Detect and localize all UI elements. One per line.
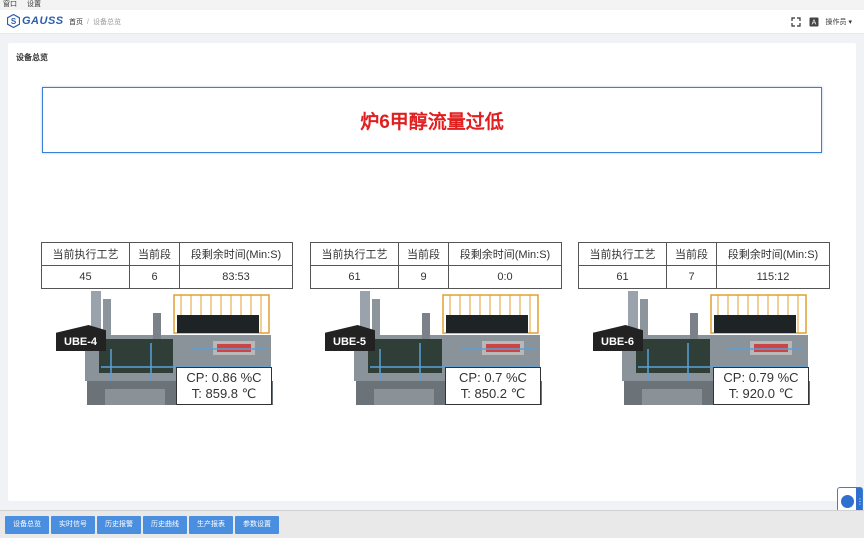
svg-text:A: A [811, 20, 816, 27]
header-segment: 当前段 [129, 242, 180, 266]
furnace-info-table: 当前执行工艺 当前段 段剩余时间(Min:S) 61 9 0:0 [310, 242, 562, 289]
breadcrumb: 首页 / 设备总览 [69, 17, 121, 27]
bottom-nav: 设备总览 实时信号 历史报警 历史曲线 生产报表 参数设置 [0, 510, 864, 538]
nav-button-params[interactable]: 参数设置 [235, 516, 279, 534]
breadcrumb-home[interactable]: 首页 [69, 19, 83, 26]
header-process: 当前执行工艺 [310, 242, 399, 266]
alarm-message: 炉6甲醇流量过低 [360, 112, 504, 133]
alarm-banner: 炉6甲醇流量过低 [42, 87, 822, 153]
header-segment: 当前段 [398, 242, 449, 266]
furnace-info-table: 当前执行工艺 当前段 段剩余时间(Min:S) 61 7 115:12 [578, 242, 830, 289]
furnace-illustration: UBE-4 CP: 0.86 %C T: 859.8 ℃ [41, 289, 293, 415]
top-header: S GAUSS 首页 / 设备总览 A 操作员 ▾ [0, 10, 864, 34]
furnace-info-table: 当前执行工艺 当前段 段剩余时间(Min:S) 45 6 83:53 [41, 242, 293, 289]
logo: S GAUSS [7, 14, 64, 28]
page-title: 设备总览 [16, 53, 48, 62]
gauss-logo-icon: S [7, 14, 20, 28]
furnace-card-ube6: 当前执行工艺 当前段 段剩余时间(Min:S) 61 7 115:12 UBE-… [578, 242, 830, 415]
language-icon[interactable]: A [808, 16, 820, 28]
svg-text:S: S [11, 17, 17, 26]
value-segment: 9 [398, 265, 449, 289]
nav-button-report[interactable]: 生产报表 [189, 516, 233, 534]
user-menu[interactable]: 操作员 ▾ [826, 17, 852, 27]
value-process: 61 [578, 265, 667, 289]
nav-button-alarm-history[interactable]: 历史报警 [97, 516, 141, 534]
value-remaining: 83:53 [179, 265, 293, 289]
value-segment: 7 [666, 265, 717, 289]
carbon-potential: CP: 0.7 %C [459, 370, 527, 385]
temperature: T: 859.8 ℃ [191, 386, 257, 401]
furnace-readout: CP: 0.86 %C T: 859.8 ℃ [176, 367, 272, 405]
furnace-illustration: UBE-5 CP: 0.7 %C T: 850.2 ℃ [310, 289, 562, 415]
breadcrumb-separator: / [87, 19, 89, 26]
furnace-card-ube5: 当前执行工艺 当前段 段剩余时间(Min:S) 61 9 0:0 UBE-5 C… [310, 242, 562, 415]
carbon-potential: CP: 0.86 %C [186, 370, 262, 385]
fullscreen-icon[interactable] [790, 16, 802, 28]
main-panel: 设备总览 炉6甲醇流量过低 当前执行工艺 当前段 段剩余时间(Min:S) 45… [8, 43, 856, 501]
temperature: T: 920.0 ℃ [728, 386, 794, 401]
value-process: 45 [41, 265, 130, 289]
furnace-readout: CP: 0.79 %C T: 920.0 ℃ [713, 367, 809, 405]
header-remaining: 段剩余时间(Min:S) [179, 242, 293, 266]
furnace-readout: CP: 0.7 %C T: 850.2 ℃ [445, 367, 541, 405]
logo-text: GAUSS [22, 15, 64, 27]
furnace-illustration: UBE-6 CP: 0.79 %C T: 920.0 ℃ [578, 289, 830, 415]
header-remaining: 段剩余时间(Min:S) [716, 242, 830, 266]
header-remaining: 段剩余时间(Min:S) [448, 242, 562, 266]
value-remaining: 115:12 [716, 265, 830, 289]
user-label: 操作员 [825, 19, 847, 26]
header-actions: A 操作员 ▾ [784, 16, 852, 28]
nav-button-realtime[interactable]: 实时信号 [51, 516, 95, 534]
furnace-card-ube4: 当前执行工艺 当前段 段剩余时间(Min:S) 45 6 83:53 UBE-4… [41, 242, 293, 415]
header-segment: 当前段 [666, 242, 717, 266]
value-process: 61 [310, 265, 399, 289]
header-process: 当前执行工艺 [578, 242, 667, 266]
breadcrumb-current: 设备总览 [92, 19, 121, 26]
value-segment: 6 [129, 265, 180, 289]
nav-button-overview[interactable]: 设备总览 [5, 516, 49, 534]
menu-bar: 窗口 设置 [0, 0, 864, 10]
menu-settings[interactable]: 设置 [27, 1, 41, 8]
carbon-potential: CP: 0.79 %C [723, 370, 799, 385]
menu-window[interactable]: 窗口 [3, 1, 17, 8]
nav-button-history-curve[interactable]: 历史曲线 [143, 516, 187, 534]
header-process: 当前执行工艺 [41, 242, 130, 266]
temperature: T: 850.2 ℃ [460, 386, 526, 401]
help-icon [841, 495, 854, 508]
value-remaining: 0:0 [448, 265, 562, 289]
caret-down-icon: ▾ [848, 19, 852, 26]
